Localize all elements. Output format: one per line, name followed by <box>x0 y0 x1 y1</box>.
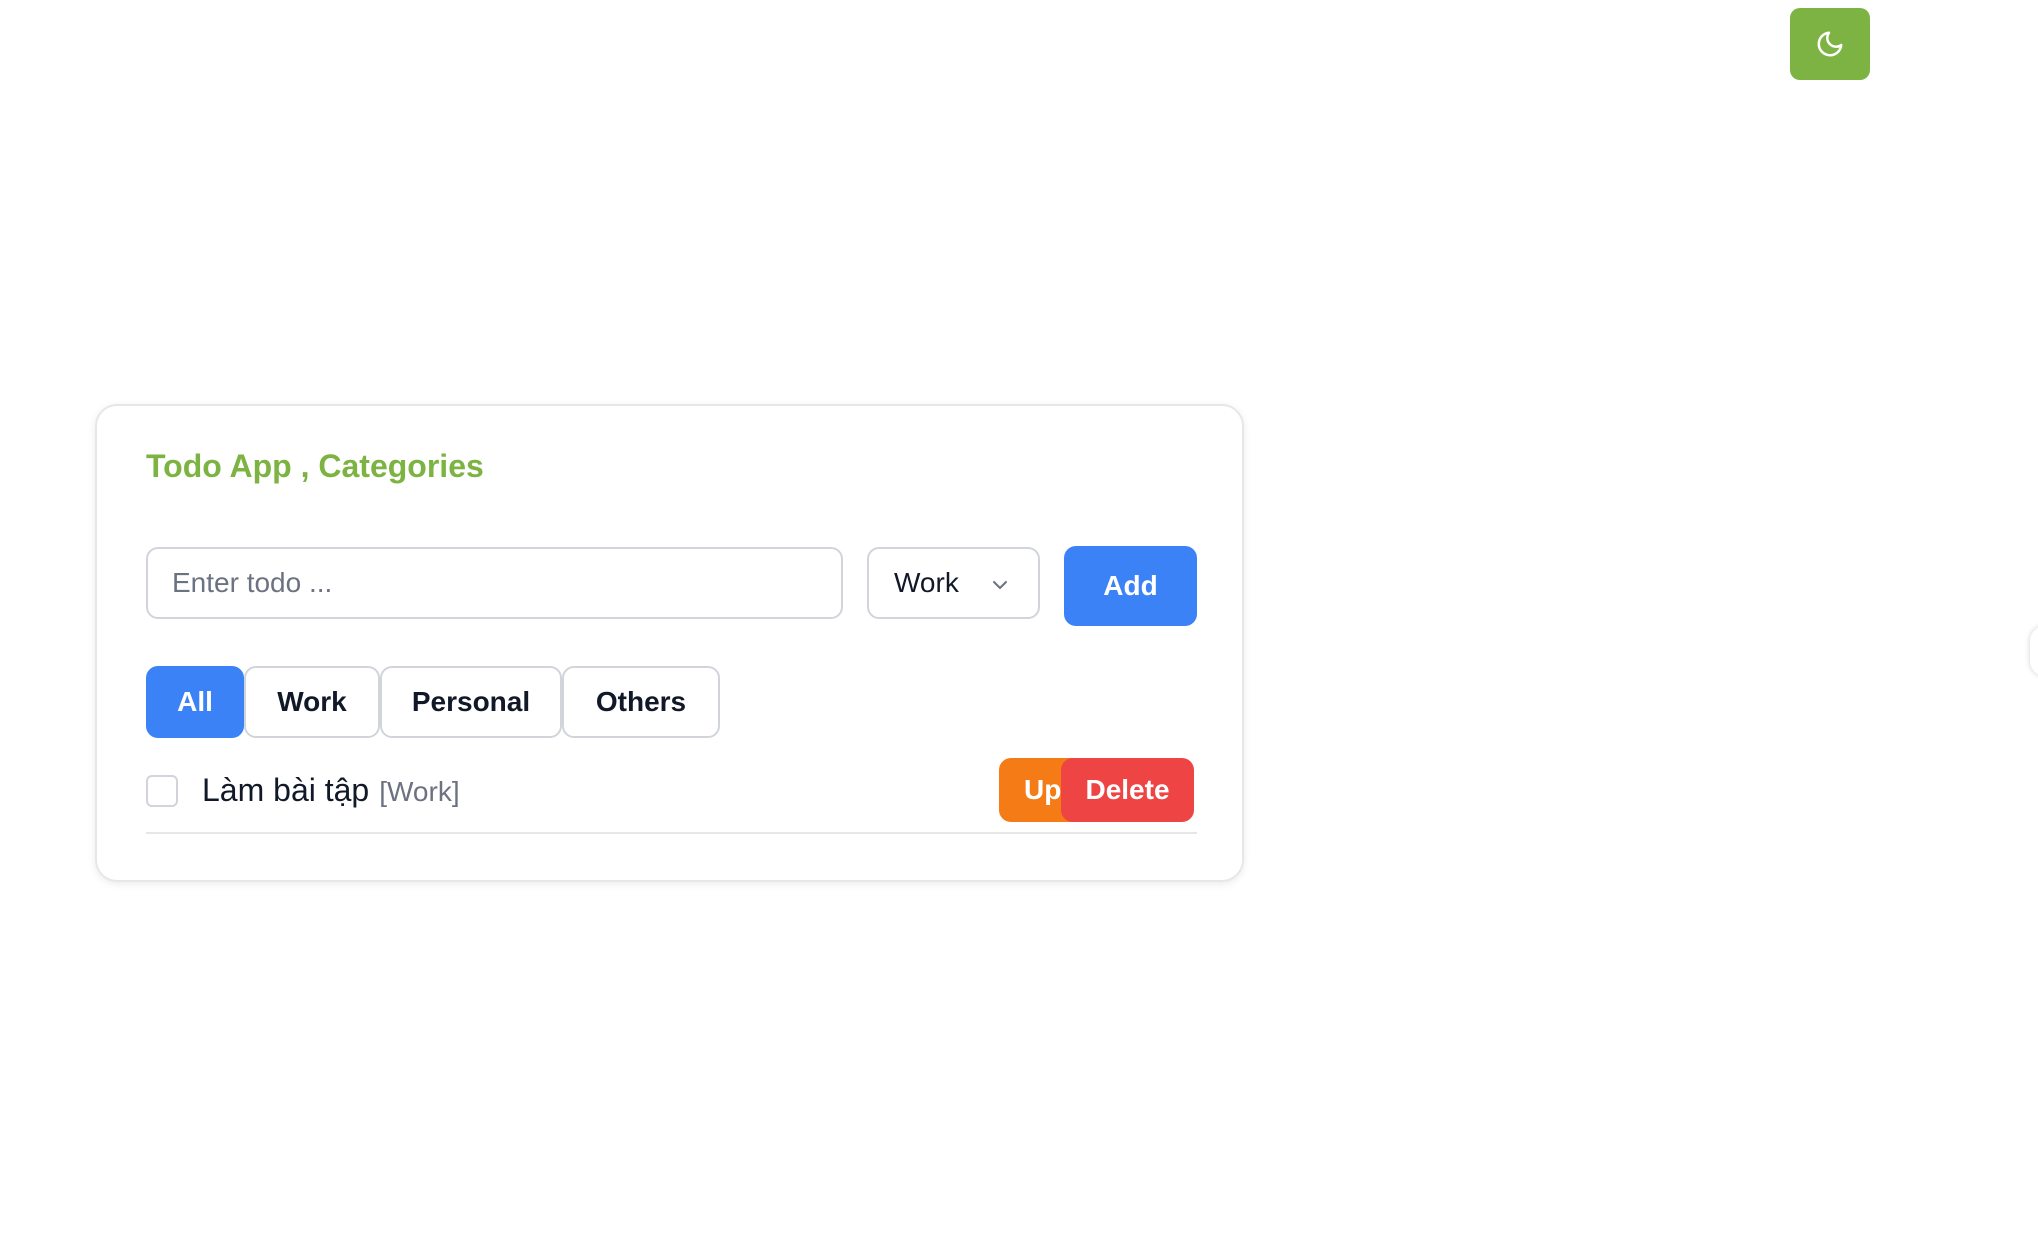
edge-handle[interactable] <box>2030 626 2038 676</box>
tab-all[interactable]: All <box>146 666 244 738</box>
tab-others[interactable]: Others <box>562 666 720 738</box>
page-title: Todo App , Categories <box>146 448 484 484</box>
todo-text: Làm bài tập <box>202 772 370 808</box>
moon-icon <box>1817 31 1843 57</box>
tab-work[interactable]: Work <box>244 666 380 738</box>
todo-text-wrapper: Làm bài tập [Work] <box>202 772 460 809</box>
filter-tabs: All Work Personal Others <box>146 666 720 738</box>
todo-item: Làm bài tập[Work] Update Delete <box>146 752 1197 834</box>
todo-checkbox[interactable] <box>146 775 178 807</box>
chevron-down-icon <box>993 581 1007 589</box>
page: Todo App , Categories Work Add All Work … <box>0 0 2038 1238</box>
todo-card: Todo App , Categories Work Add All Work … <box>95 404 1244 882</box>
category-select-value: Work <box>894 567 959 598</box>
tab-personal[interactable]: Personal <box>380 666 562 738</box>
category-select[interactable]: Work <box>867 547 1040 619</box>
delete-button[interactable]: Delete <box>1061 758 1194 822</box>
theme-toggle-button[interactable] <box>1790 8 1870 80</box>
todo-input[interactable] <box>146 547 843 619</box>
todo-category-tag: [Work] <box>379 776 460 807</box>
add-button[interactable]: Add <box>1064 546 1197 626</box>
